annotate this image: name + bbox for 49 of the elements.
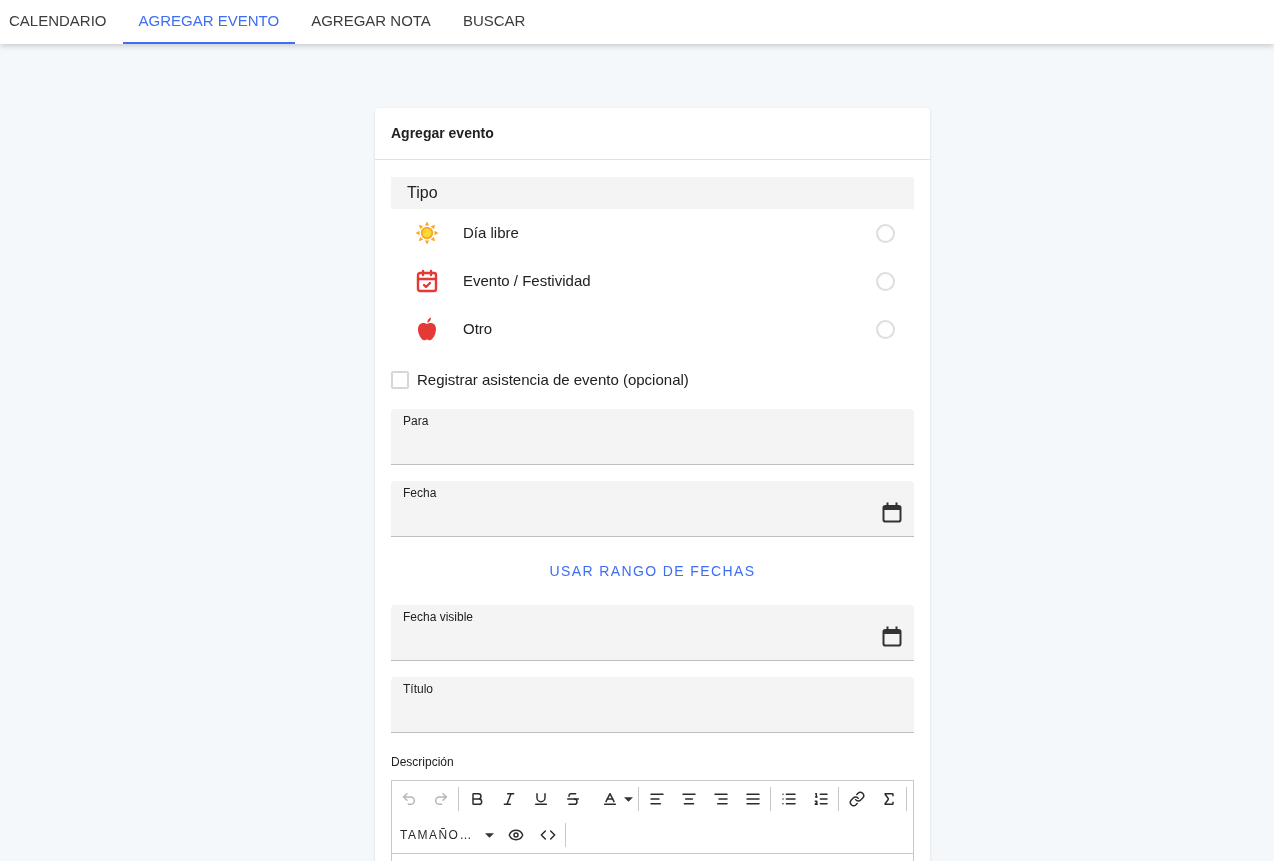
- tab[interactable]: AGREGAR NOTA: [295, 0, 447, 44]
- option-label: Día libre: [463, 222, 520, 243]
- calendar-check-icon: [415, 269, 439, 293]
- description-label: Descripción: [391, 755, 455, 769]
- field-label: Fecha visible: [403, 609, 474, 625]
- calendar-icon[interactable]: [882, 626, 902, 647]
- field-label: Para: [403, 413, 429, 429]
- date-field[interactable]: Fecha: [391, 481, 914, 537]
- radio-button[interactable]: [876, 271, 895, 291]
- tab[interactable]: CALENDARIO: [0, 0, 123, 44]
- sigma-icon: [881, 791, 897, 807]
- underline-icon: [533, 791, 549, 807]
- date-field[interactable]: Fecha visible: [391, 605, 914, 661]
- field-label: Fecha: [403, 485, 437, 501]
- justify-icon: [745, 791, 761, 807]
- italic-icon: [501, 791, 517, 807]
- bullet-list-icon: [781, 791, 797, 807]
- text-field[interactable]: Para: [391, 409, 914, 465]
- bold-icon: [469, 791, 485, 807]
- text-field[interactable]: Título: [391, 677, 914, 733]
- code-icon: [539, 827, 556, 843]
- radio-button[interactable]: [876, 319, 895, 339]
- option-label: Otro: [463, 318, 494, 339]
- card-title: Agregar evento: [391, 124, 494, 143]
- redo-icon: [433, 791, 449, 807]
- text-color-icon: [601, 791, 618, 807]
- radio-button[interactable]: [876, 223, 895, 243]
- field-label: Título: [403, 681, 433, 697]
- date-range-button[interactable]: USAR RANGO DE FECHAS: [533, 553, 772, 589]
- numbered-list-icon: [813, 791, 829, 807]
- caret-icon: [623, 796, 633, 802]
- sun-icon: [415, 221, 439, 245]
- option-label: Evento / Festividad: [463, 270, 592, 291]
- eye-icon: [507, 827, 524, 843]
- checkbox-label: Registrar asistencia de evento (opcional): [417, 369, 689, 390]
- align-center-icon: [681, 791, 697, 807]
- caret-icon: [484, 832, 494, 838]
- strikethrough-icon: [565, 791, 581, 807]
- section-title: Tipo: [407, 183, 438, 203]
- tab[interactable]: BUSCAR: [446, 0, 542, 44]
- checkbox[interactable]: [391, 371, 409, 389]
- align-right-icon: [713, 791, 729, 807]
- font-size-dropdown[interactable]: TAMAÑO…: [393, 819, 500, 851]
- undo-icon: [401, 791, 417, 807]
- align-left-icon: [649, 791, 665, 807]
- apple-icon: [416, 317, 438, 341]
- link-icon: [849, 791, 865, 807]
- tab[interactable]: AGREGAR EVENTO: [122, 0, 296, 44]
- calendar-icon[interactable]: [882, 502, 902, 523]
